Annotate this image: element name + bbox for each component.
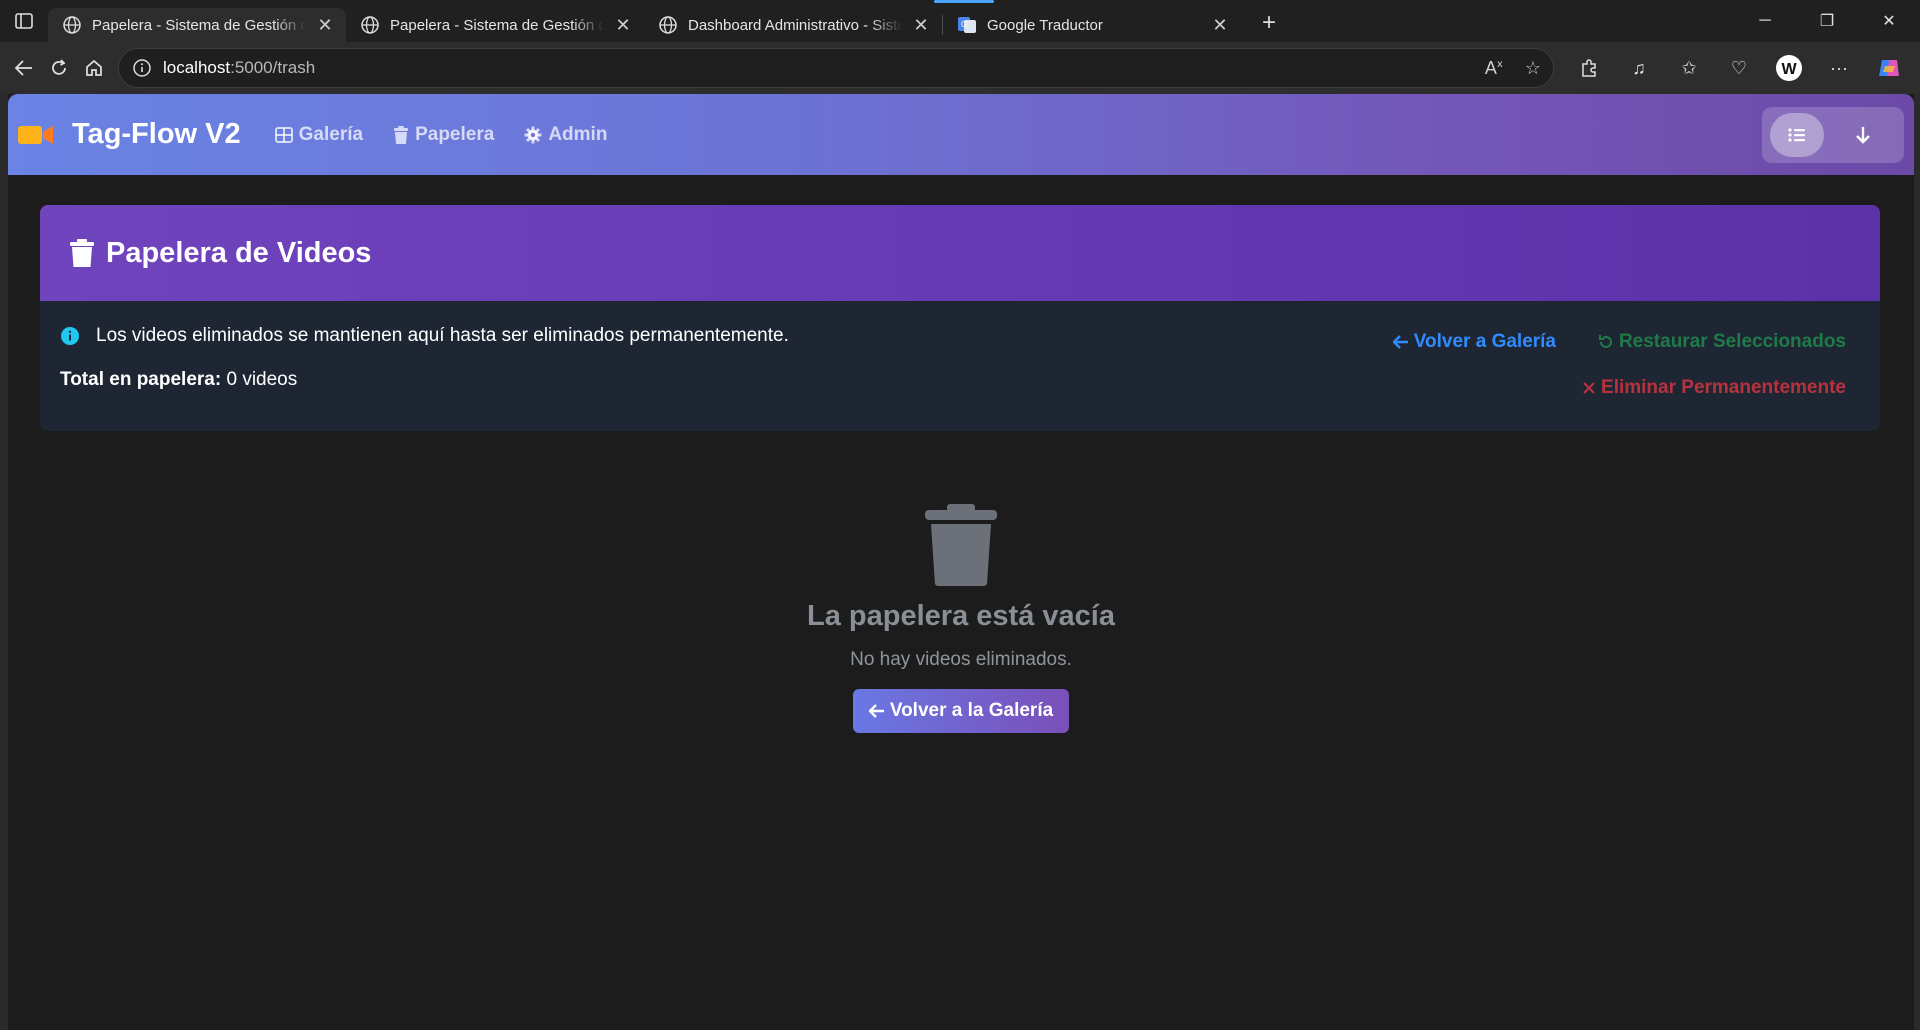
browser-tab[interactable]: Papelera - Sistema de Gestión de Videos … [48, 8, 346, 42]
info-message: Los videos eliminados se mantienen aquí … [60, 325, 1860, 347]
extensions-icon[interactable] [1566, 47, 1612, 89]
back-to-gallery-button[interactable]: Volver a la Galería [852, 689, 1070, 733]
empty-title: La papelera está vacía [807, 600, 1115, 632]
restore-label: Restaurar Seleccionados [1618, 331, 1846, 352]
restore-window-icon[interactable]: ❐ [1796, 0, 1858, 42]
trash-icon [70, 239, 94, 267]
grid-icon [274, 126, 293, 143]
nav-link-galeria[interactable]: Galería [274, 123, 364, 146]
browser-tab[interactable]: G Google Traductor ✕ [943, 8, 1241, 42]
info-text: Los videos eliminados se mantienen aquí … [96, 325, 789, 346]
list-icon [1788, 127, 1805, 142]
undo-icon [1598, 335, 1612, 348]
delete-label: Eliminar Permanentemente [1601, 377, 1846, 398]
tab-title: Google Traductor [987, 16, 1103, 34]
copilot-icon[interactable] [1866, 47, 1912, 89]
card-body: Los videos eliminados se mantienen aquí … [40, 301, 1880, 431]
back-to-gallery-link[interactable]: Volver a Galería [1392, 331, 1556, 353]
close-tab-icon[interactable]: ✕ [1209, 14, 1231, 36]
trash-card: Papelera de Videos Los videos eliminados… [40, 205, 1880, 431]
url-path: :5000/trash [230, 58, 316, 77]
home-icon[interactable] [79, 47, 110, 89]
back-arrow-icon[interactable] [8, 47, 39, 89]
total-label: Total en papelera: [60, 369, 222, 390]
svg-text:G: G [961, 20, 967, 29]
url-host: localhost [162, 58, 231, 77]
globe-icon [659, 16, 677, 34]
reload-icon[interactable] [43, 47, 74, 89]
site-info-icon[interactable] [131, 57, 153, 79]
total-value: 0 videos [226, 369, 298, 390]
info-circle-icon [61, 327, 79, 345]
close-tab-icon[interactable]: ✕ [612, 14, 634, 36]
browser-essentials-icon[interactable]: ♡ [1716, 47, 1762, 89]
browser-tab[interactable]: Papelera - Sistema de Gestión de Videos … [346, 8, 644, 42]
tab-title: Papelera - Sistema de Gestión de Videos [390, 16, 604, 34]
nav-link-admin[interactable]: Admin [524, 124, 607, 146]
list-view-button[interactable] [1770, 112, 1824, 157]
view-toggle-group [1762, 106, 1904, 163]
globe-icon [63, 16, 81, 34]
arrow-down-icon [1856, 126, 1870, 144]
close-tab-icon[interactable]: ✕ [910, 14, 932, 36]
nav-link-papelera[interactable]: Papelera [393, 124, 494, 146]
nav-link-label: Papelera [415, 123, 495, 145]
trash-icon [394, 125, 409, 144]
trash-large-icon [925, 504, 997, 586]
arrow-left-icon [1392, 335, 1408, 349]
globe-icon [361, 16, 379, 34]
back-link-label: Volver a Galería [1413, 331, 1556, 352]
restore-selected-button[interactable]: Restaurar Seleccionados [1598, 331, 1846, 353]
url-bar[interactable]: localhost:5000/trash Aⅹ ☆ [117, 48, 1554, 88]
close-tab-icon[interactable]: ✕ [314, 14, 336, 36]
more-menu-icon[interactable]: ··· [1816, 47, 1862, 89]
profile-w-icon[interactable]: W [1766, 47, 1812, 89]
media-icon[interactable]: ♫ [1616, 47, 1662, 89]
close-x-icon [1583, 382, 1595, 394]
scroll-down-button[interactable] [1836, 113, 1890, 157]
tab-title: Papelera - Sistema de Gestión de Videos [92, 16, 306, 34]
empty-subtitle: No hay videos eliminados. [850, 649, 1072, 670]
page-title: Papelera de Videos [106, 236, 372, 269]
brand[interactable]: Tag-Flow V2 [18, 118, 241, 151]
window-controls: ─ ❐ ✕ [1734, 0, 1920, 42]
read-aloud-icon[interactable]: Aⅹ [1485, 58, 1503, 79]
browser-tab-bar: Papelera - Sistema de Gestión de Videos … [0, 0, 1920, 42]
google-translate-icon: G [958, 17, 976, 33]
nav-link-label: Admin [548, 123, 608, 145]
sidebar-toggle-icon[interactable] [0, 0, 48, 42]
address-toolbar: localhost:5000/trash Aⅹ ☆ ♫ ✩ ♡ W ··· [0, 42, 1920, 94]
new-tab-icon[interactable]: + [1251, 5, 1287, 41]
browser-tab[interactable]: Dashboard Administrativo - Sistema ✕ [644, 0, 994, 42]
delete-permanently-button[interactable]: Eliminar Permanentemente [1582, 377, 1846, 399]
card-header: Papelera de Videos [40, 205, 1880, 301]
back-button-label: Volver a la Galería [889, 700, 1054, 721]
favorites-icon[interactable]: ✩ [1666, 47, 1712, 89]
tab-title: Dashboard Administrativo - Sistema [688, 16, 902, 34]
gear-icon [524, 126, 542, 143]
close-window-icon[interactable]: ✕ [1858, 0, 1920, 42]
app-viewport: Tag-Flow V2 Galería Papelera Admin Papel… [0, 94, 1920, 1030]
favorite-star-icon[interactable]: ☆ [1525, 58, 1541, 79]
empty-state: La papelera está vacía No hay videos eli… [8, 504, 1914, 733]
svg-text:W: W [1781, 61, 1797, 78]
video-camera-icon [18, 125, 53, 144]
top-navbar: Tag-Flow V2 Galería Papelera Admin [8, 94, 1914, 175]
minimize-icon[interactable]: ─ [1734, 0, 1796, 42]
arrow-left-icon [868, 704, 884, 718]
brand-name: Tag-Flow V2 [72, 118, 241, 150]
nav-link-label: Galería [298, 123, 364, 145]
